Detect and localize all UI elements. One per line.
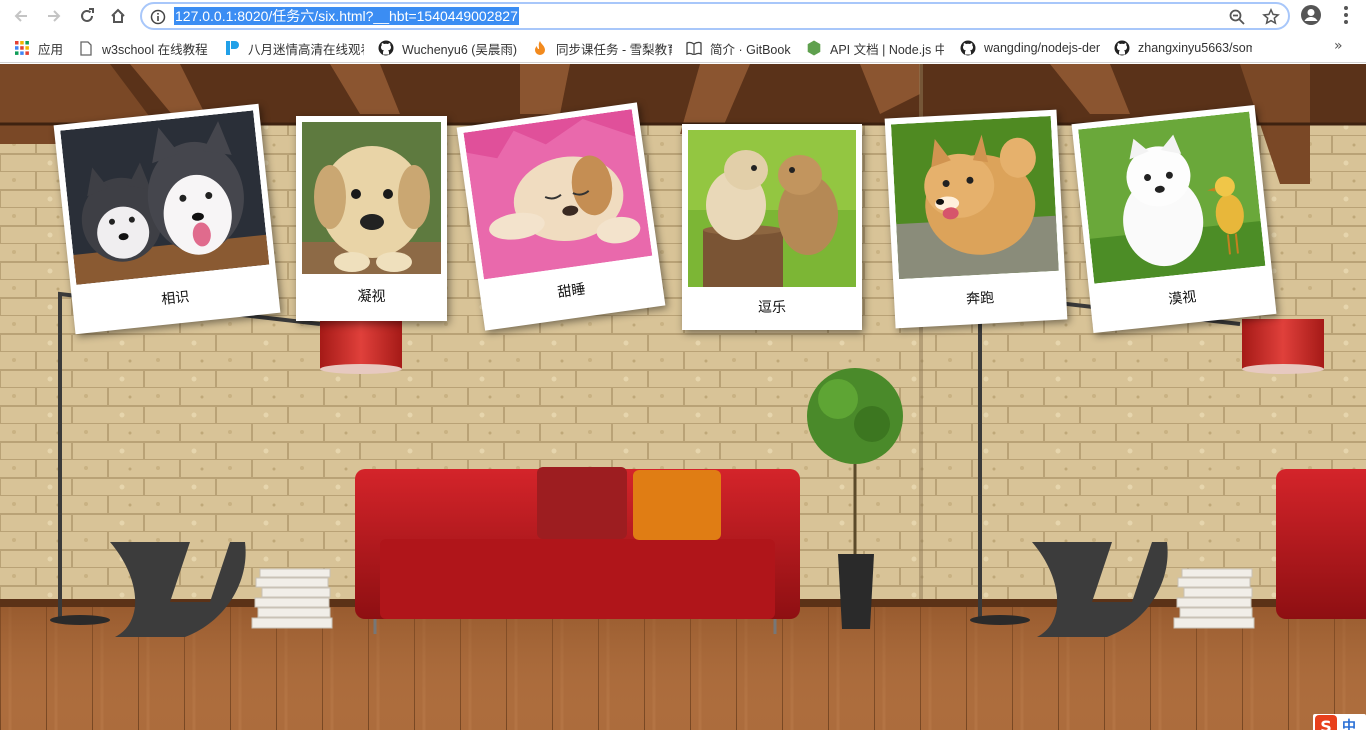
address-bar[interactable]: 127.0.0.1:8020/任务六/six.html?__hbt=154044… <box>140 2 1290 30</box>
forward-arrow-icon <box>48 10 61 22</box>
bookmark-label: 同步课任务 - 雪梨教育 <box>556 42 672 57</box>
photo-card-4[interactable]: 逗乐 <box>682 124 862 330</box>
photo-card-6[interactable]: 漠视 <box>1071 104 1277 334</box>
labrador-puppy-photo <box>302 122 441 274</box>
more-bookmarks-chevron-icon[interactable]: » <box>1334 38 1343 54</box>
photo-caption: 凝视 <box>357 289 386 305</box>
sleeping-puppy-photo <box>463 109 653 280</box>
photo-caption: 逗乐 <box>758 300 786 316</box>
bookmark-w3school[interactable]: w3school 在线教程 <box>78 38 213 58</box>
back-arrow-icon <box>14 10 27 22</box>
white-puppy-duckling-photo <box>1078 111 1266 284</box>
back-button[interactable] <box>8 3 34 29</box>
bookmark-label: 八月迷情高清在线观看 <box>248 42 364 57</box>
playing-puppies-photo <box>688 130 856 287</box>
video-site-icon <box>224 40 240 56</box>
photo-card-1[interactable]: 相识 <box>53 103 281 335</box>
page-content: 相识 凝视 甜睡 逗乐 奔跑 漠视 S 中 <box>0 64 1366 730</box>
photo-card-3[interactable]: 甜睡 <box>456 102 666 331</box>
apps-grid-icon <box>14 40 30 56</box>
url-text[interactable]: 127.0.0.1:8020/任务六/six.html?__hbt=154044… <box>174 7 519 25</box>
bookmark-github-wangding[interactable]: wangding/nodejs-demo <box>960 38 1100 58</box>
running-puppy-photo <box>890 115 1059 280</box>
bookmark-xueli[interactable]: 同步课任务 - 雪梨教育 <box>532 38 672 58</box>
bookmark-movie[interactable]: 八月迷情高清在线观看 <box>224 38 364 58</box>
home-button[interactable] <box>105 3 131 29</box>
sogou-ime-icon: S <box>1315 715 1337 730</box>
info-icon[interactable] <box>150 9 166 25</box>
profile-avatar-icon[interactable] <box>1300 4 1322 26</box>
github-icon <box>960 40 976 56</box>
reload-icon <box>81 8 94 22</box>
book-icon <box>686 40 702 56</box>
bookmarks-bar: 应用 w3school 在线教程 八月迷情高清在线观看 Wuchenyu6 (吴… <box>0 32 1366 63</box>
kebab-menu-icon[interactable] <box>1336 4 1356 26</box>
ime-indicator[interactable]: S 中 <box>1313 714 1366 730</box>
flame-icon <box>532 40 548 56</box>
github-icon <box>378 40 394 56</box>
bookmark-label: 简介 · GitBook <box>710 42 791 57</box>
bookmark-apps[interactable]: 应用 <box>14 38 74 58</box>
photo-card-2[interactable]: 凝视 <box>296 116 447 321</box>
bookmark-nodejs[interactable]: API 文档 | Node.js 中文网 <box>806 38 944 58</box>
bookmark-label: Wuchenyu6 (吴晨雨) <box>402 42 518 57</box>
bookmark-label: API 文档 | Node.js 中文网 <box>830 42 944 57</box>
photo-caption: 奔跑 <box>965 290 995 308</box>
github-icon <box>1114 40 1130 56</box>
browser-toolbar: 127.0.0.1:8020/任务六/six.html?__hbt=154044… <box>0 0 1366 32</box>
page-icon <box>78 40 94 56</box>
bookmark-star-icon[interactable] <box>1262 8 1280 26</box>
ime-mode-label: 中 <box>1342 719 1356 730</box>
bookmark-label: w3school 在线教程 <box>102 42 208 57</box>
zoom-icon[interactable] <box>1228 8 1246 26</box>
bookmark-label: wangding/nodejs-demo <box>984 41 1100 55</box>
husky-puppies-photo <box>60 110 270 285</box>
bookmark-github-zhangxinyu[interactable]: zhangxinyu5663/some <box>1114 38 1252 58</box>
bookmark-label: zhangxinyu5663/some <box>1138 41 1252 55</box>
home-icon <box>111 8 125 23</box>
reload-button[interactable] <box>74 3 100 29</box>
photo-card-5[interactable]: 奔跑 <box>884 109 1068 329</box>
bookmark-gitbook[interactable]: 简介 · GitBook <box>686 38 798 58</box>
bookmark-github-wuchenyu[interactable]: Wuchenyu6 (吴晨雨) <box>378 38 518 58</box>
forward-button[interactable] <box>41 3 67 29</box>
nodejs-icon <box>806 40 822 56</box>
bookmark-label: 应用 <box>38 42 64 57</box>
